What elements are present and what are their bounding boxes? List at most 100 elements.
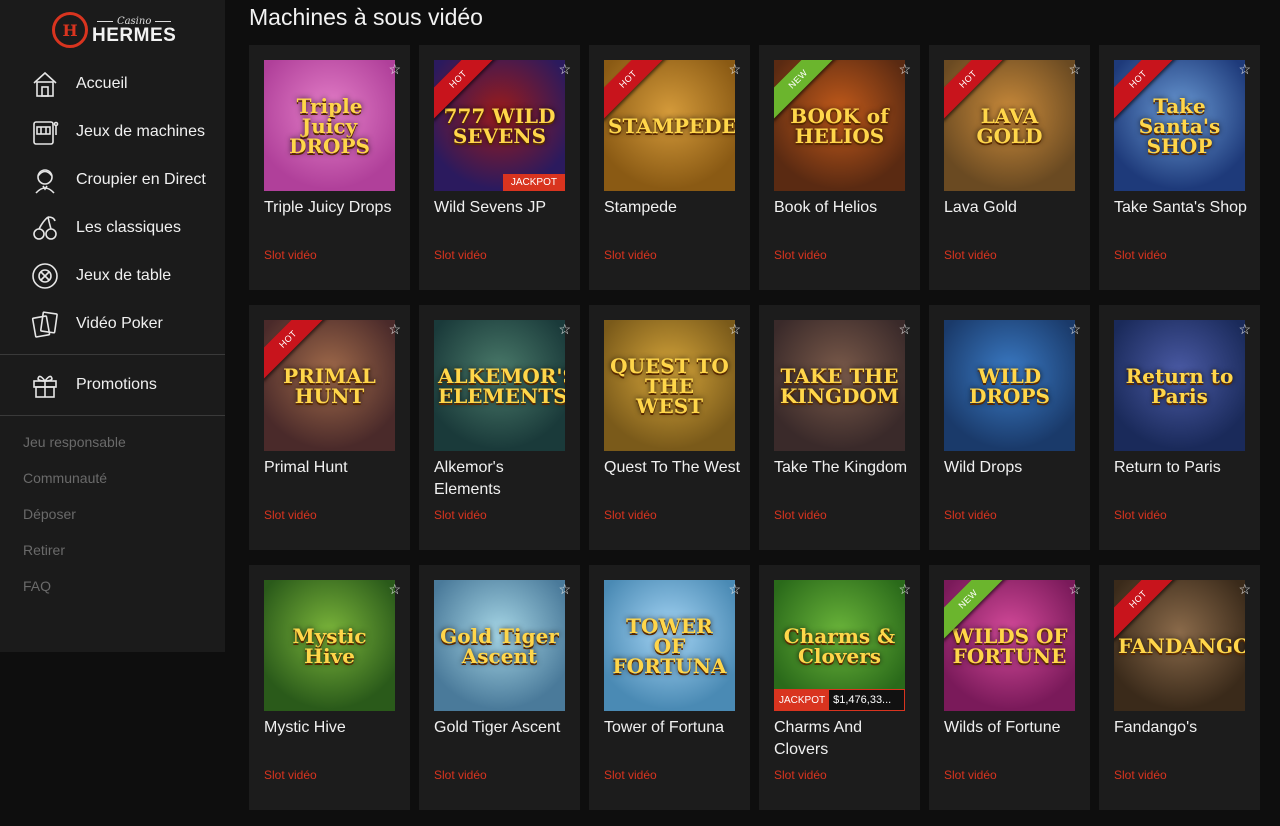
game-thumbnail[interactable]: STAMPEDE HOT — [604, 60, 735, 191]
nav-item-croupier-en-direct[interactable]: Croupier en Direct — [0, 156, 225, 204]
game-card[interactable]: Mystic Hive ☆ Mystic Hive Slot vidéo — [249, 565, 410, 810]
game-type: Slot vidéo — [1114, 248, 1167, 262]
game-logo-text: ALKEMOR'S ELEMENTS — [438, 363, 565, 408]
game-card[interactable]: FANDANGO'SHOT☆ Fandango's Slot vidéo — [1099, 565, 1260, 810]
game-card[interactable]: TAKE THE KINGDOM ☆ Take The Kingdom Slot vi… — [759, 305, 920, 550]
game-thumbnail[interactable]: QUEST TO THE WEST — [604, 320, 735, 451]
game-card[interactable]: TOWER OF FORTUNA ☆ Tower of Fortuna Slot vi… — [589, 565, 750, 810]
game-name[interactable]: Charms And Clovers — [774, 717, 914, 761]
favorite-star-icon[interactable]: ☆ — [728, 61, 741, 78]
game-logo-text: QUEST TO THE WEST — [610, 353, 729, 418]
game-logo-text: WILD DROPS — [969, 363, 1050, 408]
game-name[interactable]: Wild Drops — [944, 457, 1084, 479]
page-title: Machines à sous vidéo — [249, 4, 483, 30]
game-name[interactable]: Wilds of Fortune — [944, 717, 1084, 739]
favorite-star-icon[interactable]: ☆ — [558, 321, 571, 338]
nav-item-video-poker[interactable]: Vidéo Poker — [0, 300, 225, 348]
nav-item-jeux-de-machines[interactable]: Jeux de machines — [0, 108, 225, 156]
nav-label: Jeux de table — [76, 267, 172, 284]
favorite-star-icon[interactable]: ☆ — [898, 61, 911, 78]
favorite-star-icon[interactable]: ☆ — [388, 321, 401, 338]
game-name[interactable]: Quest To The West — [604, 457, 744, 479]
game-thumbnail[interactable]: 777 WILD SEVENS HOT JACKPOT — [434, 60, 565, 191]
favorite-star-icon[interactable]: ☆ — [728, 321, 741, 338]
game-name[interactable]: Wild Sevens JP — [434, 197, 574, 219]
game-name[interactable]: Take The Kingdom — [774, 457, 914, 479]
game-thumbnail[interactable]: Triple Juicy DROPS — [264, 60, 395, 191]
game-type: Slot vidéo — [604, 768, 657, 782]
nav-item-les-classiques[interactable]: Les classiques — [0, 204, 225, 252]
favorite-star-icon[interactable]: ☆ — [558, 581, 571, 598]
game-card[interactable]: STAMPEDE HOT ☆ Stampede Slot vidéo — [589, 45, 750, 290]
nav-divider — [0, 354, 225, 355]
games-grid: Triple Juicy DROPS ☆ Triple Juicy Drops Slo… — [249, 45, 1270, 810]
game-thumbnail[interactable]: BOOK of HELIOS NEW — [774, 60, 905, 191]
game-card[interactable]: BOOK of HELIOS NEW ☆ Book of Helios Slot vid… — [759, 45, 920, 290]
game-name[interactable]: Take Santa's Shop — [1114, 197, 1254, 219]
game-name[interactable]: Alkemor's Elements — [434, 457, 574, 501]
game-card[interactable]: WILDS OF FORTUNE NEW ☆ Wilds of Fortune Slot… — [929, 565, 1090, 810]
game-thumbnail[interactable]: PRIMAL HUNT HOT — [264, 320, 395, 451]
game-name[interactable]: Stampede — [604, 197, 744, 219]
game-card[interactable]: Take Santa's SHOP HOT ☆ Take Santa's Shop Sl… — [1099, 45, 1260, 290]
game-name[interactable]: Fandango's — [1114, 717, 1254, 739]
favorite-star-icon[interactable]: ☆ — [388, 61, 401, 78]
game-type: Slot vidéo — [604, 508, 657, 522]
game-card[interactable]: Gold Tiger Ascent ☆ Gold Tiger Ascent Slot … — [419, 565, 580, 810]
home-icon — [28, 68, 62, 100]
favorite-star-icon[interactable]: ☆ — [1068, 61, 1081, 78]
nav-label: Vidéo Poker — [76, 315, 163, 332]
game-name[interactable]: Triple Juicy Drops — [264, 197, 404, 219]
game-card[interactable]: Charms & Clovers JACKPOT $1,476,33... ☆ Char… — [759, 565, 920, 810]
game-card[interactable]: PRIMAL HUNT HOT ☆ Primal Hunt Slot vidéo — [249, 305, 410, 550]
game-name[interactable]: Gold Tiger Ascent — [434, 717, 574, 739]
game-card[interactable]: ALKEMOR'S ELEMENTS ☆ Alkemor's Elements Slo… — [419, 305, 580, 550]
link-communaute[interactable]: Communauté — [0, 460, 225, 496]
game-name[interactable]: Primal Hunt — [264, 457, 404, 479]
favorite-star-icon[interactable]: ☆ — [728, 581, 741, 598]
favorite-star-icon[interactable]: ☆ — [558, 61, 571, 78]
game-thumbnail[interactable]: Gold Tiger Ascent — [434, 580, 565, 711]
favorite-star-icon[interactable]: ☆ — [1238, 581, 1251, 598]
nav-label: Promotions — [76, 376, 157, 393]
game-thumbnail[interactable]: Mystic Hive — [264, 580, 395, 711]
favorite-star-icon[interactable]: ☆ — [898, 321, 911, 338]
favorite-star-icon[interactable]: ☆ — [1068, 581, 1081, 598]
game-name[interactable]: Return to Paris — [1114, 457, 1254, 479]
game-name[interactable]: Tower of Fortuna — [604, 717, 744, 739]
game-logo-text: 777 WILD SEVENS — [443, 103, 556, 148]
game-thumbnail[interactable]: TAKE THE KINGDOM — [774, 320, 905, 451]
game-card[interactable]: LAVA GOLD HOT ☆ Lava Gold Slot vidéo — [929, 45, 1090, 290]
game-card[interactable]: WILD DROPS ☆ Wild Drops Slot vidéo — [929, 305, 1090, 550]
favorite-star-icon[interactable]: ☆ — [388, 581, 401, 598]
game-card[interactable]: Return to Paris ☆ Return to Paris Slot vidé… — [1099, 305, 1260, 550]
game-thumbnail[interactable]: WILD DROPS — [944, 320, 1075, 451]
game-thumbnail[interactable]: WILDS OF FORTUNE NEW — [944, 580, 1075, 711]
game-card[interactable]: Triple Juicy DROPS ☆ Triple Juicy Drops Slo… — [249, 45, 410, 290]
favorite-star-icon[interactable]: ☆ — [1238, 321, 1251, 338]
game-thumbnail[interactable]: LAVA GOLD HOT — [944, 60, 1075, 191]
link-retirer[interactable]: Retirer — [0, 532, 225, 568]
game-thumbnail[interactable]: Charms & Clovers JACKPOT $1,476,33... — [774, 580, 905, 711]
game-card[interactable]: 777 WILD SEVENS HOT JACKPOT ☆ Wild Sevens JP… — [419, 45, 580, 290]
casino-hermes-logo[interactable]: H Casino HERMES — [52, 10, 176, 50]
game-name[interactable]: Book of Helios — [774, 197, 914, 219]
sidebar: H Casino HERMES Accueil Jeux de machines… — [0, 0, 225, 652]
nav-item-promotions[interactable]: Promotions — [0, 361, 225, 409]
game-thumbnail[interactable]: FANDANGO'SHOT — [1114, 580, 1245, 711]
favorite-star-icon[interactable]: ☆ — [898, 581, 911, 598]
game-name[interactable]: Lava Gold — [944, 197, 1084, 219]
game-card[interactable]: QUEST TO THE WEST ☆ Quest To The West Slot … — [589, 305, 750, 550]
favorite-star-icon[interactable]: ☆ — [1238, 61, 1251, 78]
nav-item-accueil[interactable]: Accueil — [0, 60, 225, 108]
favorite-star-icon[interactable]: ☆ — [1068, 321, 1081, 338]
link-jeu-responsable[interactable]: Jeu responsable — [0, 424, 225, 460]
game-thumbnail[interactable]: ALKEMOR'S ELEMENTS — [434, 320, 565, 451]
link-deposer[interactable]: Déposer — [0, 496, 225, 532]
game-thumbnail[interactable]: Return to Paris — [1114, 320, 1245, 451]
game-thumbnail[interactable]: Take Santa's SHOP HOT — [1114, 60, 1245, 191]
link-faq[interactable]: FAQ — [0, 568, 225, 604]
nav-item-jeux-de-table[interactable]: Jeux de table — [0, 252, 225, 300]
game-name[interactable]: Mystic Hive — [264, 717, 404, 739]
game-thumbnail[interactable]: TOWER OF FORTUNA — [604, 580, 735, 711]
